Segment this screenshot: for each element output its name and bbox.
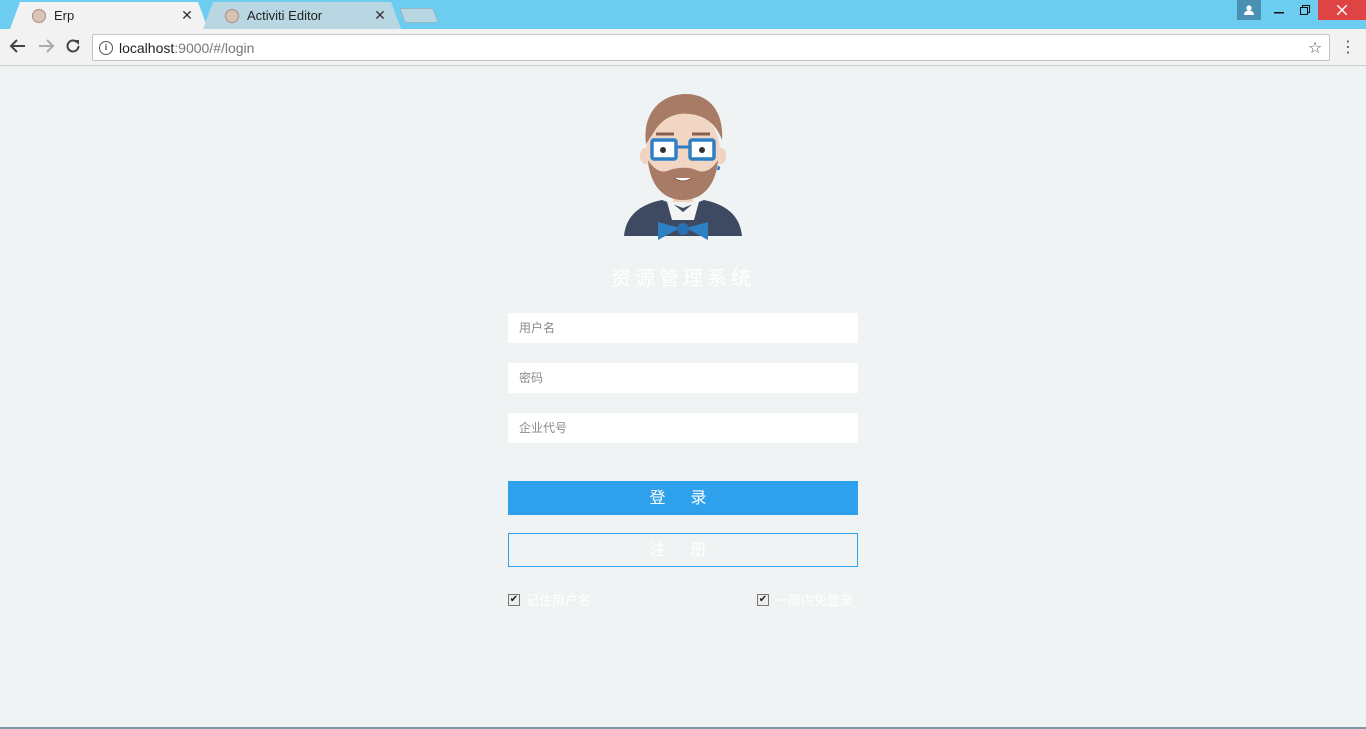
maximize-icon[interactable] [1292,0,1318,20]
minimize-icon[interactable] [1266,0,1292,20]
favicon-icon [225,8,239,23]
remember-username-label: 记住用户名 [526,594,592,609]
back-arrow-icon[interactable] [8,37,28,57]
login-page: 资源管理系统 登 录 注 册 ✔ 记住用户名 ✔ 一周内免登录 [0,66,1366,729]
password-input[interactable] [508,363,858,393]
remember-week-option[interactable]: ✔ 一周内免登录 [757,590,853,609]
tab-activiti-editor[interactable]: Activiti Editor ✕ [203,2,401,29]
remember-week-checkbox[interactable]: ✔ [757,593,769,606]
close-icon[interactable] [1318,0,1366,20]
remember-week-label: 一周内免登录 [775,594,854,609]
title-bar: Erp ✕ Activiti Editor ✕ [0,0,1366,29]
info-icon[interactable]: i [99,40,113,55]
reload-icon[interactable] [63,37,83,57]
register-button[interactable]: 注 册 [508,533,858,567]
remember-username-checkbox[interactable]: ✔ [508,593,520,606]
tab-title: Erp [54,8,75,23]
favicon-icon [32,8,46,23]
tab-erp[interactable]: Erp ✕ [10,2,208,29]
new-tab-button[interactable] [399,8,439,23]
tab-close-icon[interactable]: ✕ [373,9,387,23]
profile-icon[interactable] [1237,0,1261,20]
company-code-input[interactable] [508,413,858,443]
browser-toolbar: i localhost:9000/#/login ☆ ⋮ [0,29,1366,66]
tab-title: Activiti Editor [247,8,323,23]
star-icon[interactable]: ☆ [1305,38,1325,57]
tab-close-icon[interactable]: ✕ [180,9,194,23]
forward-arrow-icon[interactable] [36,37,56,57]
login-button[interactable]: 登 录 [508,481,858,515]
system-title: 资源管理系统 [611,266,755,290]
url-text[interactable]: localhost:9000/#/login [119,40,1305,56]
remember-username-option[interactable]: ✔ 记住用户名 [508,590,591,609]
avatar-illustration [624,94,742,240]
menu-icon[interactable]: ⋮ [1340,37,1356,57]
username-input[interactable] [508,313,858,343]
address-bar[interactable]: i localhost:9000/#/login ☆ [92,34,1330,61]
